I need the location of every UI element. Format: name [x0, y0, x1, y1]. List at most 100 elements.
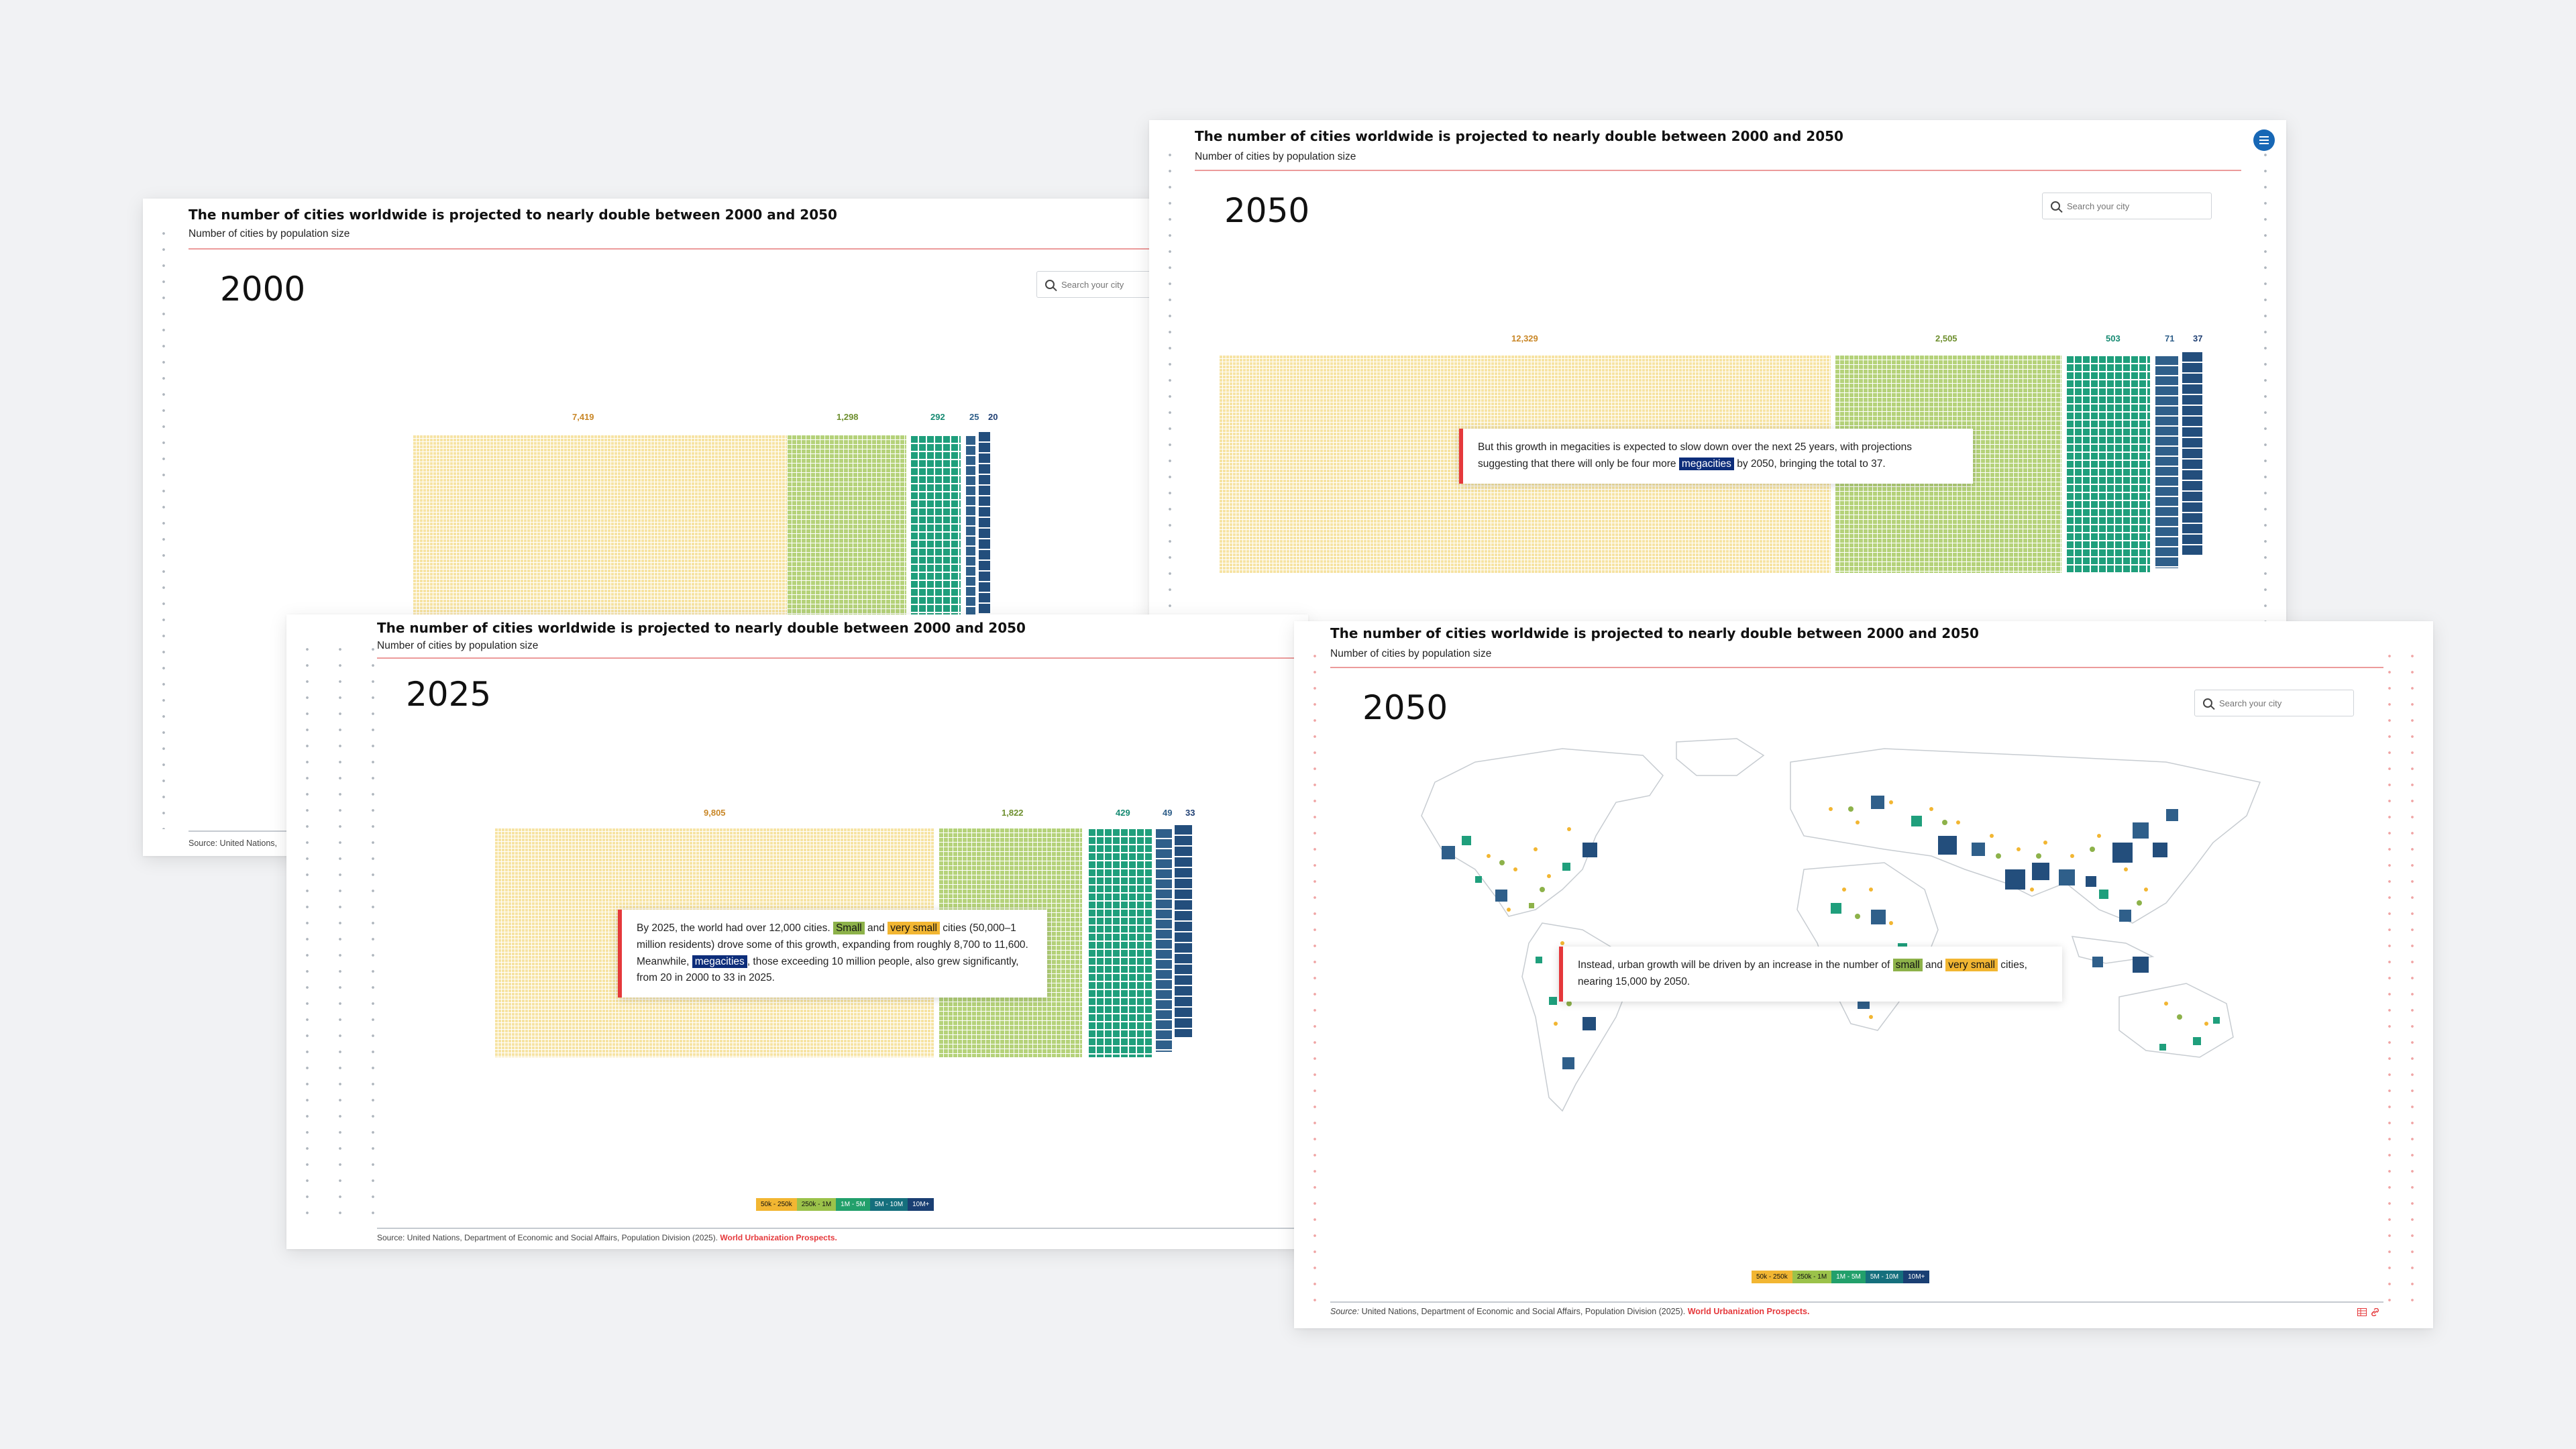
- city-marker: [2059, 869, 2075, 885]
- title-divider: [189, 248, 1181, 250]
- city-search[interactable]: [2194, 690, 2354, 716]
- city-search[interactable]: [2042, 193, 2212, 219]
- year-label: 2050: [1224, 191, 1310, 230]
- greenland: [1676, 738, 1765, 776]
- size-legend: 50k - 250k 250k - 1M 1M - 5M 5M - 10M 10…: [756, 1198, 934, 1211]
- source-link[interactable]: World Urbanization Prospects.: [1688, 1307, 1810, 1316]
- chart-title: The number of cities worldwide is projec…: [189, 207, 837, 223]
- value-label: 7,419: [572, 412, 594, 422]
- dot-grid-left: [156, 225, 172, 829]
- city-marker: [1475, 876, 1482, 883]
- city-marker: [1562, 1057, 1574, 1069]
- link-icon[interactable]: [2371, 1308, 2380, 1316]
- bar-10m-plus: [2182, 351, 2202, 556]
- very-small-highlight: very small: [888, 922, 940, 934]
- source-text: United Nations, Department of Economic a…: [1359, 1307, 1688, 1316]
- search-input[interactable]: [2067, 201, 2188, 211]
- dot-grid-left: [299, 641, 315, 1222]
- city-marker: [1911, 816, 1922, 826]
- source-divider: [377, 1228, 1303, 1229]
- city-marker: [1972, 843, 1985, 856]
- city-marker: [2099, 890, 2108, 899]
- dot-grid-left-inner: [365, 641, 381, 1222]
- city-marker: [2193, 1037, 2201, 1045]
- legend-item-50k-250k: 50k - 250k: [756, 1198, 797, 1211]
- legend-item-50k-250k: 50k - 250k: [1752, 1271, 1792, 1283]
- annotation-box: By 2025, the world had over 12,000 citie…: [618, 910, 1047, 998]
- city-marker: [2086, 876, 2096, 887]
- chart-subtitle: Number of cities by population size: [1195, 151, 1356, 162]
- megacities-highlight: megacities: [1678, 457, 1734, 470]
- city-marker: [1442, 846, 1455, 859]
- value-label: 25: [969, 412, 979, 422]
- city-marker: [2153, 843, 2167, 857]
- annotation-text: By 2025, the world had over 12,000 citie…: [637, 922, 833, 934]
- chart-subtitle: Number of cities by population size: [377, 640, 539, 651]
- legend-item-5m-10m: 5M - 10M: [1865, 1271, 1904, 1283]
- source-note: Source: United Nations, Department of Ec…: [1330, 1307, 1809, 1316]
- search-icon: [2203, 698, 2212, 708]
- city-marker: [2005, 869, 2025, 890]
- legend-item-5m-10m: 5M - 10M: [869, 1198, 908, 1211]
- small-highlight: small: [1892, 959, 1923, 971]
- very-small-highlight: very small: [1945, 959, 1998, 971]
- year-label: 2050: [1362, 688, 1448, 727]
- title-divider: [1330, 667, 2383, 668]
- city-marker: [1831, 903, 1841, 914]
- chart-card-2050-map: The number of cities worldwide is projec…: [1294, 621, 2433, 1328]
- annotation-text: and: [864, 922, 888, 934]
- city-marker: [2119, 910, 2131, 922]
- value-label: 2,505: [1935, 333, 1957, 343]
- table-icon[interactable]: [2357, 1308, 2367, 1316]
- city-marker: [1871, 910, 1886, 924]
- search-icon: [2051, 201, 2060, 211]
- search-input[interactable]: [2219, 698, 2340, 708]
- source-text: United Nations, Department of Economic a…: [405, 1233, 720, 1242]
- value-label: 33: [1185, 808, 1195, 818]
- annotation-text: and: [1922, 959, 1946, 971]
- size-legend: 50k - 250k 250k - 1M 1M - 5M 5M - 10M 10…: [1752, 1271, 1930, 1283]
- menu-button[interactable]: [2253, 129, 2275, 151]
- city-marker: [1536, 957, 1542, 963]
- city-marker: [1462, 836, 1471, 845]
- legend-item-10m-plus: 10M+: [1903, 1271, 1930, 1283]
- value-label: 49: [1163, 808, 1173, 818]
- chart-title: The number of cities worldwide is projec…: [1195, 128, 1843, 144]
- legend-item-250k-1m: 250k - 1M: [796, 1198, 837, 1211]
- title-divider: [377, 657, 1303, 659]
- city-marker: [1549, 997, 1557, 1005]
- city-marker: [1582, 843, 1597, 857]
- value-label: 1,298: [837, 412, 859, 422]
- city-marker: [2159, 1044, 2166, 1051]
- chart-subtitle: Number of cities by population size: [189, 228, 350, 239]
- legend-item-1m-5m: 1M - 5M: [836, 1198, 870, 1211]
- bar-1m-5m: [1087, 828, 1152, 1057]
- value-label: 9,805: [704, 808, 726, 818]
- source-note: Source: United Nations,: [189, 839, 278, 848]
- chart-title: The number of cities worldwide is projec…: [1330, 625, 1979, 641]
- annotation-box: Instead, urban growth will be driven by …: [1559, 947, 2062, 1002]
- dot-grid-left-inner: [332, 641, 348, 1222]
- city-marker: [1495, 890, 1507, 902]
- value-label: 37: [2193, 333, 2203, 343]
- year-label: 2025: [406, 675, 492, 714]
- city-marker: [2112, 843, 2133, 863]
- city-marker: [1529, 903, 1534, 908]
- megacities-highlight: megacities: [692, 955, 747, 968]
- value-label: 503: [2106, 333, 2121, 343]
- year-label: 2000: [220, 270, 306, 309]
- value-label: 20: [988, 412, 998, 422]
- annotation-text: Instead, urban growth will be driven by …: [1578, 959, 1893, 971]
- city-marker: [1582, 1017, 1596, 1030]
- source-divider: [1330, 1301, 2383, 1303]
- bar-1m-5m: [2065, 355, 2150, 573]
- city-marker: [2092, 957, 2103, 967]
- source-link[interactable]: World Urbanization Prospects.: [720, 1233, 837, 1242]
- annotation-box: But this growth in megacities is expecte…: [1459, 429, 1973, 484]
- bar-10m-plus: [1175, 824, 1192, 1037]
- chart-title: The number of cities worldwide is projec…: [377, 620, 1026, 636]
- bar-5m-10m: [1156, 828, 1172, 1052]
- search-icon: [1045, 280, 1055, 289]
- chart-subtitle: Number of cities by population size: [1330, 648, 1492, 659]
- chart-card-2025: The number of cities worldwide is projec…: [286, 614, 1308, 1249]
